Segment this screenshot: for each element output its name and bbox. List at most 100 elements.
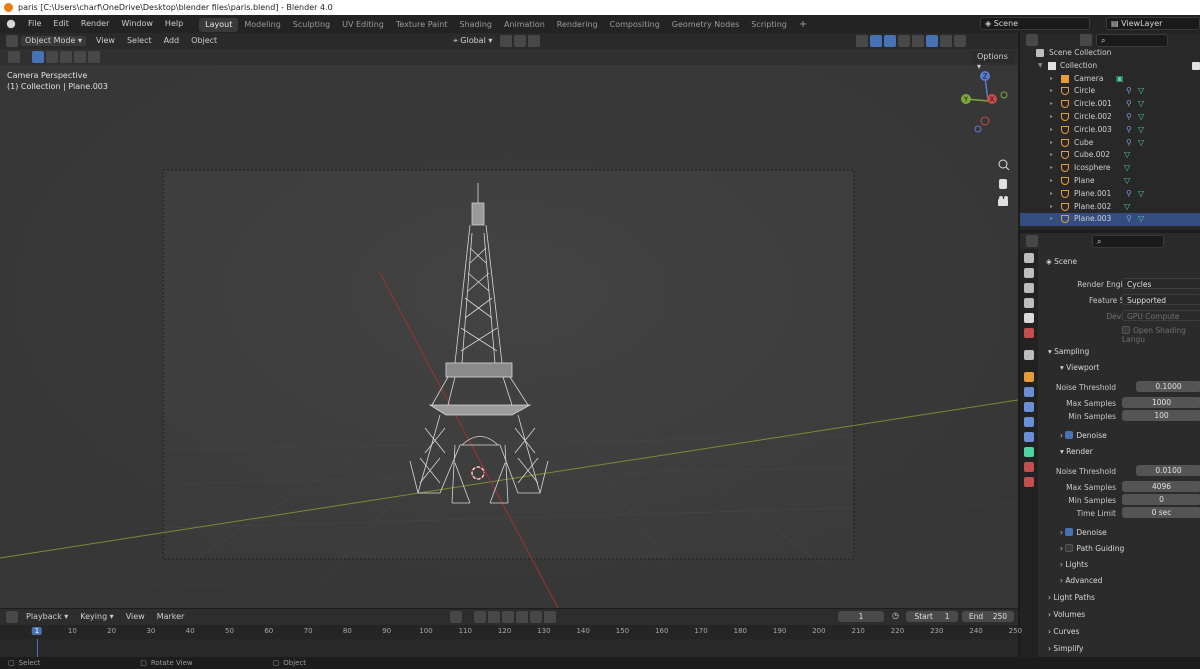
tab-shading[interactable]: Shading: [453, 18, 498, 32]
tool-tab-icon[interactable]: [1024, 253, 1034, 263]
timeline-editor-icon[interactable]: [6, 611, 18, 623]
material-shading-icon[interactable]: [940, 35, 952, 47]
select-intersect-icon[interactable]: [88, 51, 100, 63]
render-engine-dropdown[interactable]: Cycles: [1122, 278, 1200, 289]
mesh-data-icon[interactable]: ▽: [1138, 137, 1144, 150]
timeline-menu-marker[interactable]: Marker: [151, 608, 191, 626]
timeline-menu-keying[interactable]: Keying ▾: [74, 608, 119, 626]
tab-animation[interactable]: Animation: [498, 18, 551, 32]
wireframe-shading-icon[interactable]: [912, 35, 924, 47]
clock-icon[interactable]: ◷: [892, 611, 899, 620]
xray-toggle-icon[interactable]: [898, 35, 910, 47]
pivot-point-icon[interactable]: [500, 35, 513, 47]
sampling-section[interactable]: ▾ Sampling: [1048, 347, 1089, 356]
jump-start-icon[interactable]: [474, 611, 486, 623]
proportional-edit-icon[interactable]: [528, 35, 541, 47]
viewport-menu-object[interactable]: Object: [185, 33, 223, 50]
tab-sculpting[interactable]: Sculpting: [287, 18, 336, 32]
render-subsection[interactable]: ▾ Render: [1060, 447, 1093, 456]
expand-chevron-icon[interactable]: ▸: [1050, 73, 1053, 86]
pan-hand-icon[interactable]: [999, 179, 1007, 189]
simplify-section[interactable]: › Simplify: [1048, 644, 1083, 653]
blender-menu-icon[interactable]: [6, 19, 16, 29]
gizmo-toggle-icon[interactable]: [870, 35, 882, 47]
wrench-icon[interactable]: ⚲: [1126, 124, 1132, 137]
outliner-item-circle[interactable]: ▸ Circle ⚲ ▽: [1020, 85, 1200, 98]
world-tab-icon[interactable]: [1024, 328, 1034, 338]
collection-visibility-checkbox[interactable]: [1192, 61, 1200, 70]
curves-section[interactable]: › Curves: [1048, 627, 1079, 636]
transform-orientation-dropdown[interactable]: ⌖ Global ▾: [448, 35, 498, 47]
light-paths-section[interactable]: › Light Paths: [1048, 593, 1095, 602]
mesh-data-icon[interactable]: ▽: [1124, 149, 1130, 162]
prev-keyframe-icon[interactable]: [488, 611, 500, 623]
menu-edit[interactable]: Edit: [47, 15, 75, 33]
tab-texture-paint[interactable]: Texture Paint: [390, 18, 454, 32]
outliner-search-input[interactable]: ⌕: [1096, 33, 1168, 47]
mesh-data-icon[interactable]: ▽: [1124, 201, 1130, 214]
outliner-item-plane-003[interactable]: ▸ Plane.003 ⚲ ▽: [1020, 213, 1200, 227]
mesh-data-icon[interactable]: ▽: [1138, 98, 1144, 111]
render-tab-icon[interactable]: [1024, 268, 1034, 278]
play-reverse-icon[interactable]: [502, 611, 514, 623]
modifier-tab-icon[interactable]: [1024, 387, 1034, 397]
add-workspace-button[interactable]: +: [793, 18, 813, 32]
scene-tab-icon[interactable]: [1024, 313, 1034, 323]
next-keyframe-icon[interactable]: [530, 611, 542, 623]
toolbar-toggle-icon[interactable]: [8, 51, 20, 63]
outliner-item-plane-002[interactable]: ▸ Plane.002 ▽: [1020, 201, 1200, 214]
menu-window[interactable]: Window: [115, 15, 159, 33]
vp-min-samples-field[interactable]: 100: [1122, 410, 1200, 421]
outliner-item-icosphere[interactable]: ▸ Icosphere ▽: [1020, 162, 1200, 175]
device-dropdown[interactable]: GPU Compute: [1122, 310, 1200, 321]
visibility-icon[interactable]: [856, 35, 868, 47]
start-frame-field[interactable]: Start 1: [906, 611, 958, 622]
data-tab-icon[interactable]: [1024, 447, 1034, 457]
vp-denoise-section[interactable]: › Denoise: [1060, 431, 1107, 440]
wrench-icon[interactable]: ⚲: [1126, 111, 1132, 124]
expand-chevron-icon[interactable]: ▸: [1050, 85, 1053, 98]
wrench-icon[interactable]: ⚲: [1126, 188, 1132, 201]
play-icon[interactable]: [516, 611, 528, 623]
volumes-section[interactable]: › Volumes: [1048, 610, 1085, 619]
path-guiding-checkbox[interactable]: [1065, 544, 1074, 552]
expand-chevron-icon[interactable]: ▸: [1050, 124, 1053, 137]
outliner-item-cube-002[interactable]: ▸ Cube.002 ▽: [1020, 149, 1200, 162]
vp-max-samples-field[interactable]: 1000: [1122, 397, 1200, 408]
timeline-menu-playback[interactable]: Playback ▾: [20, 608, 74, 626]
r-noise-threshold-field[interactable]: 0.0100: [1136, 465, 1200, 476]
outliner-item-camera[interactable]: ▸ Camera ▣: [1020, 73, 1200, 86]
navigation-gizmo[interactable]: Z Y X: [955, 71, 1015, 221]
viewport-menu-add[interactable]: Add: [158, 33, 186, 50]
properties-editor-icon[interactable]: [1026, 235, 1038, 247]
tab-scripting[interactable]: Scripting: [745, 18, 793, 32]
particles-tab-icon[interactable]: [1024, 402, 1034, 412]
view-layer-tab-icon[interactable]: [1024, 298, 1034, 308]
select-invert-icon[interactable]: [74, 51, 86, 63]
menu-render[interactable]: Render: [75, 15, 115, 33]
mesh-data-icon[interactable]: ▽: [1138, 124, 1144, 137]
solid-shading-icon[interactable]: [926, 35, 938, 47]
material-tab-icon[interactable]: [1024, 462, 1034, 472]
select-box-icon[interactable]: [32, 51, 44, 63]
outliner-item-circle-001[interactable]: ▸ Circle.001 ⚲ ▽: [1020, 98, 1200, 111]
r-time-limit-field[interactable]: 0 sec: [1122, 507, 1200, 518]
outliner-scene-collection[interactable]: Scene Collection: [1020, 47, 1200, 60]
expand-chevron-icon[interactable]: ▸: [1050, 188, 1053, 201]
expand-chevron-icon[interactable]: ▸: [1050, 175, 1053, 188]
wrench-icon[interactable]: ⚲: [1126, 85, 1132, 98]
expand-chevron-icon[interactable]: ▸: [1050, 111, 1053, 124]
snap-icon[interactable]: [514, 35, 527, 47]
mesh-data-icon[interactable]: ▽: [1138, 111, 1144, 124]
tab-rendering[interactable]: Rendering: [551, 18, 604, 32]
vp-noise-threshold-field[interactable]: 0.1000: [1136, 381, 1200, 392]
record-keyframe-icon[interactable]: [450, 611, 462, 623]
tab-layout[interactable]: Layout: [199, 18, 239, 32]
timeline-menu-view[interactable]: View: [120, 608, 151, 626]
tab-geometry-nodes[interactable]: Geometry Nodes: [666, 18, 745, 32]
expand-chevron-icon[interactable]: ▸: [1050, 162, 1053, 175]
r-max-samples-field[interactable]: 4096: [1122, 481, 1200, 492]
output-tab-icon[interactable]: [1024, 283, 1034, 293]
mesh-data-icon[interactable]: ▽: [1138, 188, 1144, 201]
menu-help[interactable]: Help: [159, 15, 189, 33]
